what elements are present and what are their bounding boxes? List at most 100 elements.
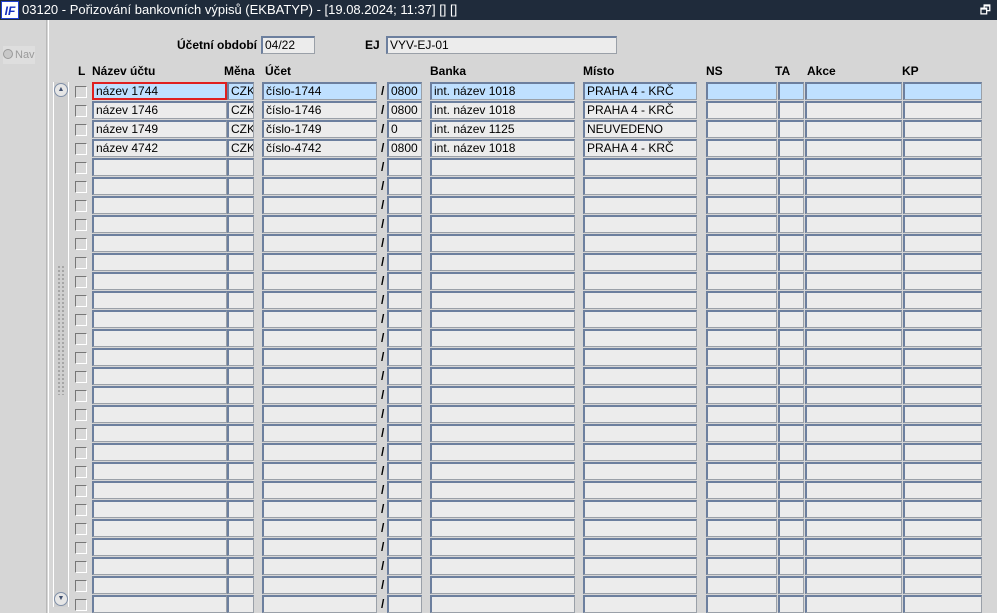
cell-kp[interactable]	[903, 595, 982, 613]
row-checkbox[interactable]	[75, 295, 87, 307]
row-checkbox[interactable]	[75, 333, 87, 345]
cell-mena[interactable]	[227, 481, 254, 499]
cell-kod[interactable]	[387, 500, 422, 518]
row-checkbox[interactable]	[75, 181, 87, 193]
cell-kod[interactable]	[387, 310, 422, 328]
cell-mena[interactable]	[227, 538, 254, 556]
resize-grip[interactable]	[57, 265, 65, 395]
cell-ns[interactable]	[706, 158, 777, 176]
cell-ns[interactable]	[706, 215, 777, 233]
cell-kod[interactable]	[387, 158, 422, 176]
cell-kod[interactable]	[387, 557, 422, 575]
cell-misto[interactable]: PRAHA 4 - KRČ	[583, 101, 697, 119]
cell-mena[interactable]	[227, 386, 254, 404]
cell-kp[interactable]	[903, 386, 982, 404]
row-checkbox[interactable]	[75, 314, 87, 326]
cell-akce[interactable]	[805, 139, 902, 157]
cell-ta[interactable]	[778, 443, 804, 461]
restore-icon[interactable]: 🗗	[980, 0, 991, 20]
cell-banka[interactable]	[430, 519, 575, 537]
cell-misto[interactable]	[583, 215, 697, 233]
cell-ns[interactable]	[706, 557, 777, 575]
cell-nazev[interactable]	[92, 557, 227, 575]
cell-misto[interactable]	[583, 443, 697, 461]
cell-akce[interactable]	[805, 386, 902, 404]
cell-misto[interactable]	[583, 538, 697, 556]
cell-kod[interactable]	[387, 405, 422, 423]
cell-ta[interactable]	[778, 177, 804, 195]
cell-ta[interactable]	[778, 158, 804, 176]
cell-kp[interactable]	[903, 272, 982, 290]
cell-nazev[interactable]	[92, 215, 227, 233]
cell-ns[interactable]	[706, 405, 777, 423]
cell-ucet[interactable]	[262, 576, 377, 594]
cell-akce[interactable]	[805, 424, 902, 442]
scroll-up-icon[interactable]: ▲	[54, 83, 68, 97]
cell-ucet[interactable]: číslo-1749	[262, 120, 377, 138]
cell-kod[interactable]	[387, 348, 422, 366]
cell-nazev[interactable]	[92, 462, 227, 480]
cell-banka[interactable]	[430, 272, 575, 290]
row-checkbox[interactable]	[75, 390, 87, 402]
cell-ucet[interactable]	[262, 367, 377, 385]
cell-ta[interactable]	[778, 348, 804, 366]
cell-kod[interactable]	[387, 177, 422, 195]
cell-kod[interactable]	[387, 386, 422, 404]
row-checkbox[interactable]	[75, 352, 87, 364]
cell-misto[interactable]	[583, 310, 697, 328]
cell-misto[interactable]	[583, 272, 697, 290]
row-checkbox[interactable]	[75, 466, 87, 478]
cell-kp[interactable]	[903, 177, 982, 195]
cell-ta[interactable]	[778, 139, 804, 157]
cell-mena[interactable]	[227, 272, 254, 290]
cell-banka[interactable]	[430, 348, 575, 366]
cell-ucet[interactable]	[262, 424, 377, 442]
cell-nazev[interactable]	[92, 538, 227, 556]
cell-akce[interactable]	[805, 120, 902, 138]
cell-kod[interactable]	[387, 424, 422, 442]
cell-ucet[interactable]: číslo-1746	[262, 101, 377, 119]
cell-kp[interactable]	[903, 253, 982, 271]
cell-banka[interactable]	[430, 538, 575, 556]
cell-kod[interactable]	[387, 367, 422, 385]
cell-misto[interactable]	[583, 576, 697, 594]
cell-nazev[interactable]	[92, 576, 227, 594]
cell-ta[interactable]	[778, 557, 804, 575]
cell-kp[interactable]	[903, 82, 982, 100]
cell-akce[interactable]	[805, 272, 902, 290]
row-checkbox[interactable]	[75, 561, 87, 573]
cell-nazev[interactable]	[92, 519, 227, 537]
ej-field[interactable]: VYV-EJ-01	[386, 36, 617, 54]
cell-kod[interactable]	[387, 462, 422, 480]
cell-kod[interactable]	[387, 481, 422, 499]
cell-misto[interactable]	[583, 595, 697, 613]
row-checkbox[interactable]	[75, 86, 87, 98]
cell-banka[interactable]	[430, 405, 575, 423]
cell-kp[interactable]	[903, 329, 982, 347]
cell-misto[interactable]	[583, 519, 697, 537]
cell-akce[interactable]	[805, 367, 902, 385]
cell-kod[interactable]	[387, 538, 422, 556]
cell-ns[interactable]	[706, 348, 777, 366]
cell-akce[interactable]	[805, 310, 902, 328]
cell-kod[interactable]: 0800	[387, 139, 422, 157]
row-checkbox[interactable]	[75, 105, 87, 117]
cell-banka[interactable]	[430, 557, 575, 575]
cell-ucet[interactable]: číslo-1744	[262, 82, 377, 100]
cell-nazev[interactable]: název 1749	[92, 120, 227, 138]
cell-kp[interactable]	[903, 462, 982, 480]
cell-ns[interactable]	[706, 177, 777, 195]
cell-banka[interactable]	[430, 481, 575, 499]
cell-akce[interactable]	[805, 329, 902, 347]
cell-banka[interactable]: int. název 1018	[430, 82, 575, 100]
cell-nazev[interactable]	[92, 177, 227, 195]
cell-kod[interactable]	[387, 576, 422, 594]
cell-ta[interactable]	[778, 215, 804, 233]
cell-nazev[interactable]	[92, 196, 227, 214]
row-checkbox[interactable]	[75, 485, 87, 497]
cell-ta[interactable]	[778, 82, 804, 100]
cell-mena[interactable]	[227, 253, 254, 271]
row-checkbox[interactable]	[75, 523, 87, 535]
cell-ucet[interactable]	[262, 481, 377, 499]
cell-misto[interactable]: NEUVEDENO	[583, 120, 697, 138]
